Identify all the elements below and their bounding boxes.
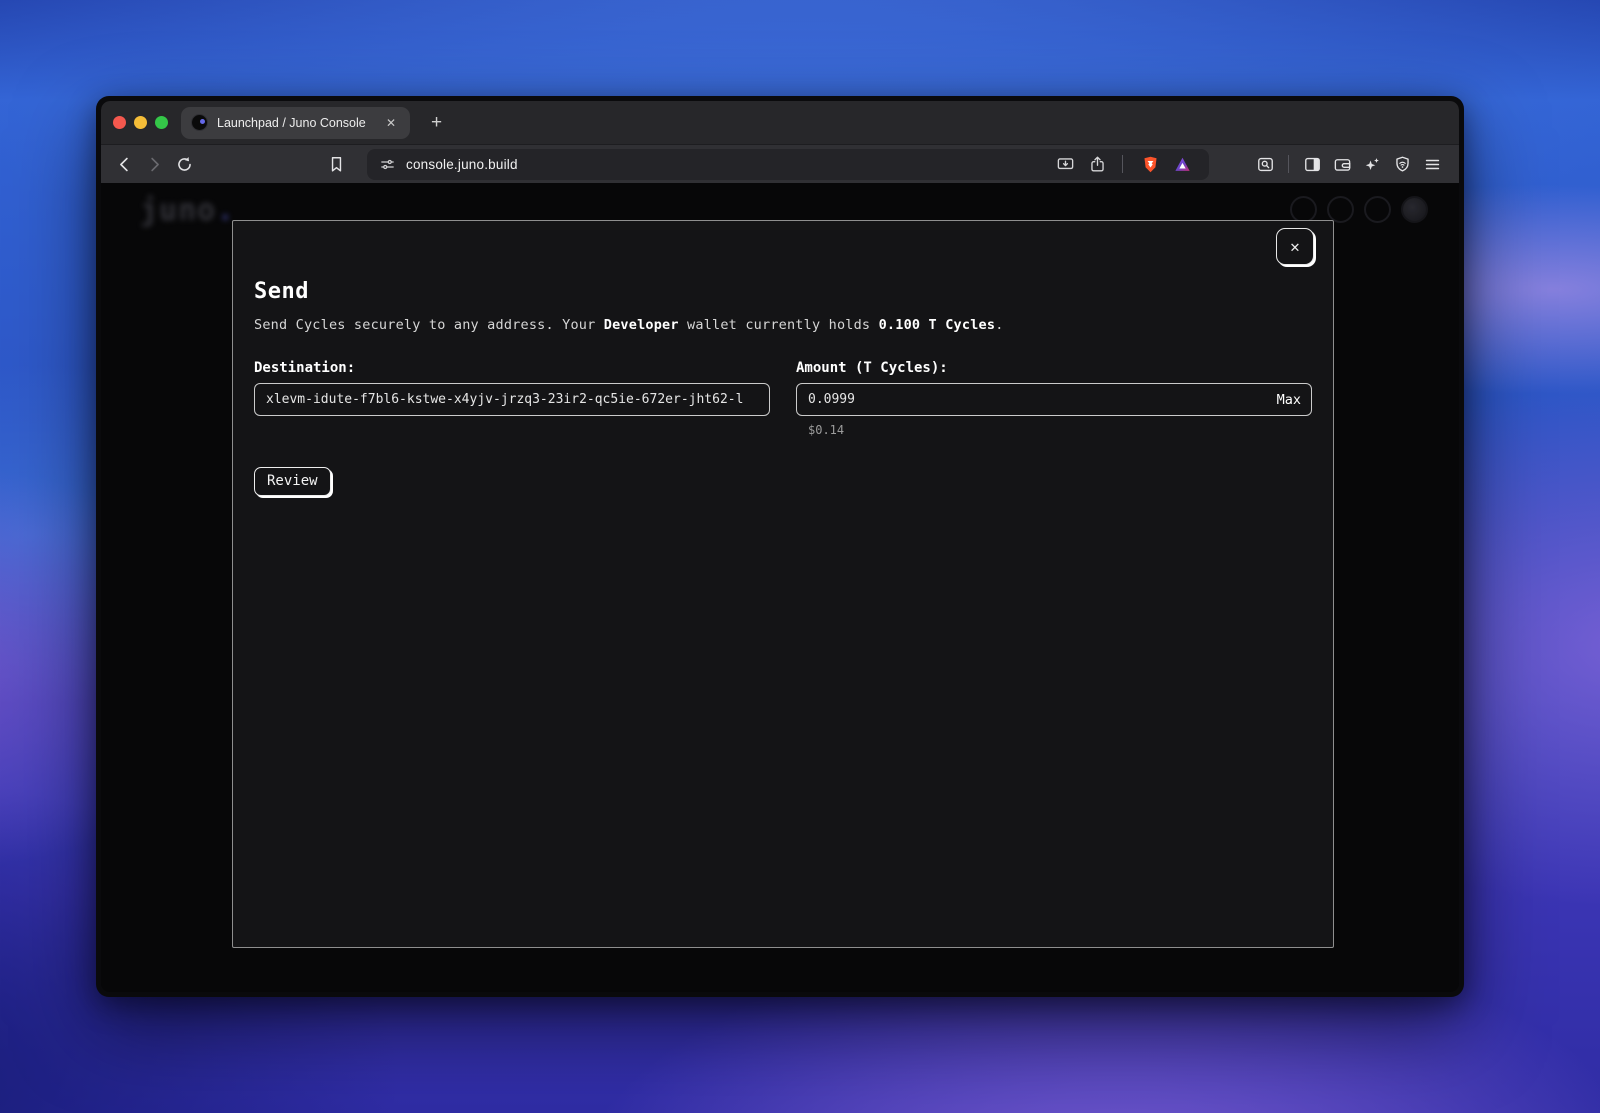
urlbar-separator xyxy=(1122,155,1123,173)
browser-chrome: Launchpad / Juno Console ✕ + xyxy=(101,101,1459,992)
window-close-button[interactable] xyxy=(113,116,126,129)
bookmark-icon[interactable] xyxy=(325,153,347,175)
toolbar-right-cluster xyxy=(1250,153,1447,175)
address-bar[interactable]: console.juno.build xyxy=(367,149,1209,180)
window-minimize-button[interactable] xyxy=(134,116,147,129)
site-settings-icon[interactable] xyxy=(379,156,396,173)
new-tab-button[interactable]: + xyxy=(425,111,448,134)
header-avatar[interactable] xyxy=(1401,196,1428,223)
reload-button[interactable] xyxy=(173,153,195,175)
browser-tab[interactable]: Launchpad / Juno Console ✕ xyxy=(181,107,410,139)
menu-hamburger-icon[interactable] xyxy=(1421,153,1443,175)
toolbar-separator xyxy=(1288,155,1289,173)
amount-input[interactable] xyxy=(796,383,1312,416)
tab-close-icon[interactable]: ✕ xyxy=(382,114,400,132)
modal-title: Send xyxy=(254,279,1312,304)
page-content: juno. ✕ Send Send Cycles securely to any… xyxy=(101,183,1459,992)
header-action-icon[interactable] xyxy=(1290,196,1317,223)
amount-label: Amount (T Cycles): xyxy=(796,360,1312,376)
review-button[interactable]: Review xyxy=(254,467,331,496)
destination-label: Destination: xyxy=(254,360,770,376)
install-app-icon[interactable] xyxy=(1054,153,1076,175)
forward-button[interactable] xyxy=(143,153,165,175)
max-button[interactable]: Max xyxy=(1277,392,1301,408)
destination-input[interactable] xyxy=(254,383,770,416)
traffic-lights xyxy=(113,116,168,129)
window-zoom-button[interactable] xyxy=(155,116,168,129)
back-button[interactable] xyxy=(113,153,135,175)
tab-favicon-icon xyxy=(191,114,208,131)
search-tabs-icon[interactable] xyxy=(1254,153,1276,175)
send-form: Destination: Amount (T Cycles): Max $0.1… xyxy=(254,360,1312,437)
destination-field-group: Destination: xyxy=(254,360,770,437)
header-action-icon[interactable] xyxy=(1364,196,1391,223)
navigation-toolbar: console.juno.build xyxy=(101,144,1459,183)
vpn-shield-icon[interactable] xyxy=(1391,153,1413,175)
share-icon[interactable] xyxy=(1086,153,1108,175)
wallet-icon[interactable] xyxy=(1331,153,1353,175)
juno-logo: juno. xyxy=(140,193,235,228)
tab-strip: Launchpad / Juno Console ✕ + xyxy=(101,101,1459,144)
url-text: console.juno.build xyxy=(406,157,518,172)
modal-close-button[interactable]: ✕ xyxy=(1276,228,1314,265)
sidebar-toggle-icon[interactable] xyxy=(1301,153,1323,175)
browser-window: Launchpad / Juno Console ✕ + xyxy=(96,96,1464,997)
leo-ai-sparkles-icon[interactable] xyxy=(1361,153,1383,175)
desktop: { "browser": { "tab": { "title": "Launch… xyxy=(0,0,1600,1113)
site-header-actions xyxy=(1290,196,1428,223)
brave-shields-icon[interactable] xyxy=(1139,153,1161,175)
header-action-icon[interactable] xyxy=(1327,196,1354,223)
amount-usd-value: $0.14 xyxy=(808,423,1312,437)
modal-description: Send Cycles securely to any address. You… xyxy=(254,317,1312,333)
brave-rewards-icon[interactable] xyxy=(1171,153,1193,175)
send-modal: ✕ Send Send Cycles securely to any addre… xyxy=(232,220,1334,948)
tab-title: Launchpad / Juno Console xyxy=(217,116,382,130)
amount-field-group: Amount (T Cycles): Max $0.14 xyxy=(796,360,1312,437)
